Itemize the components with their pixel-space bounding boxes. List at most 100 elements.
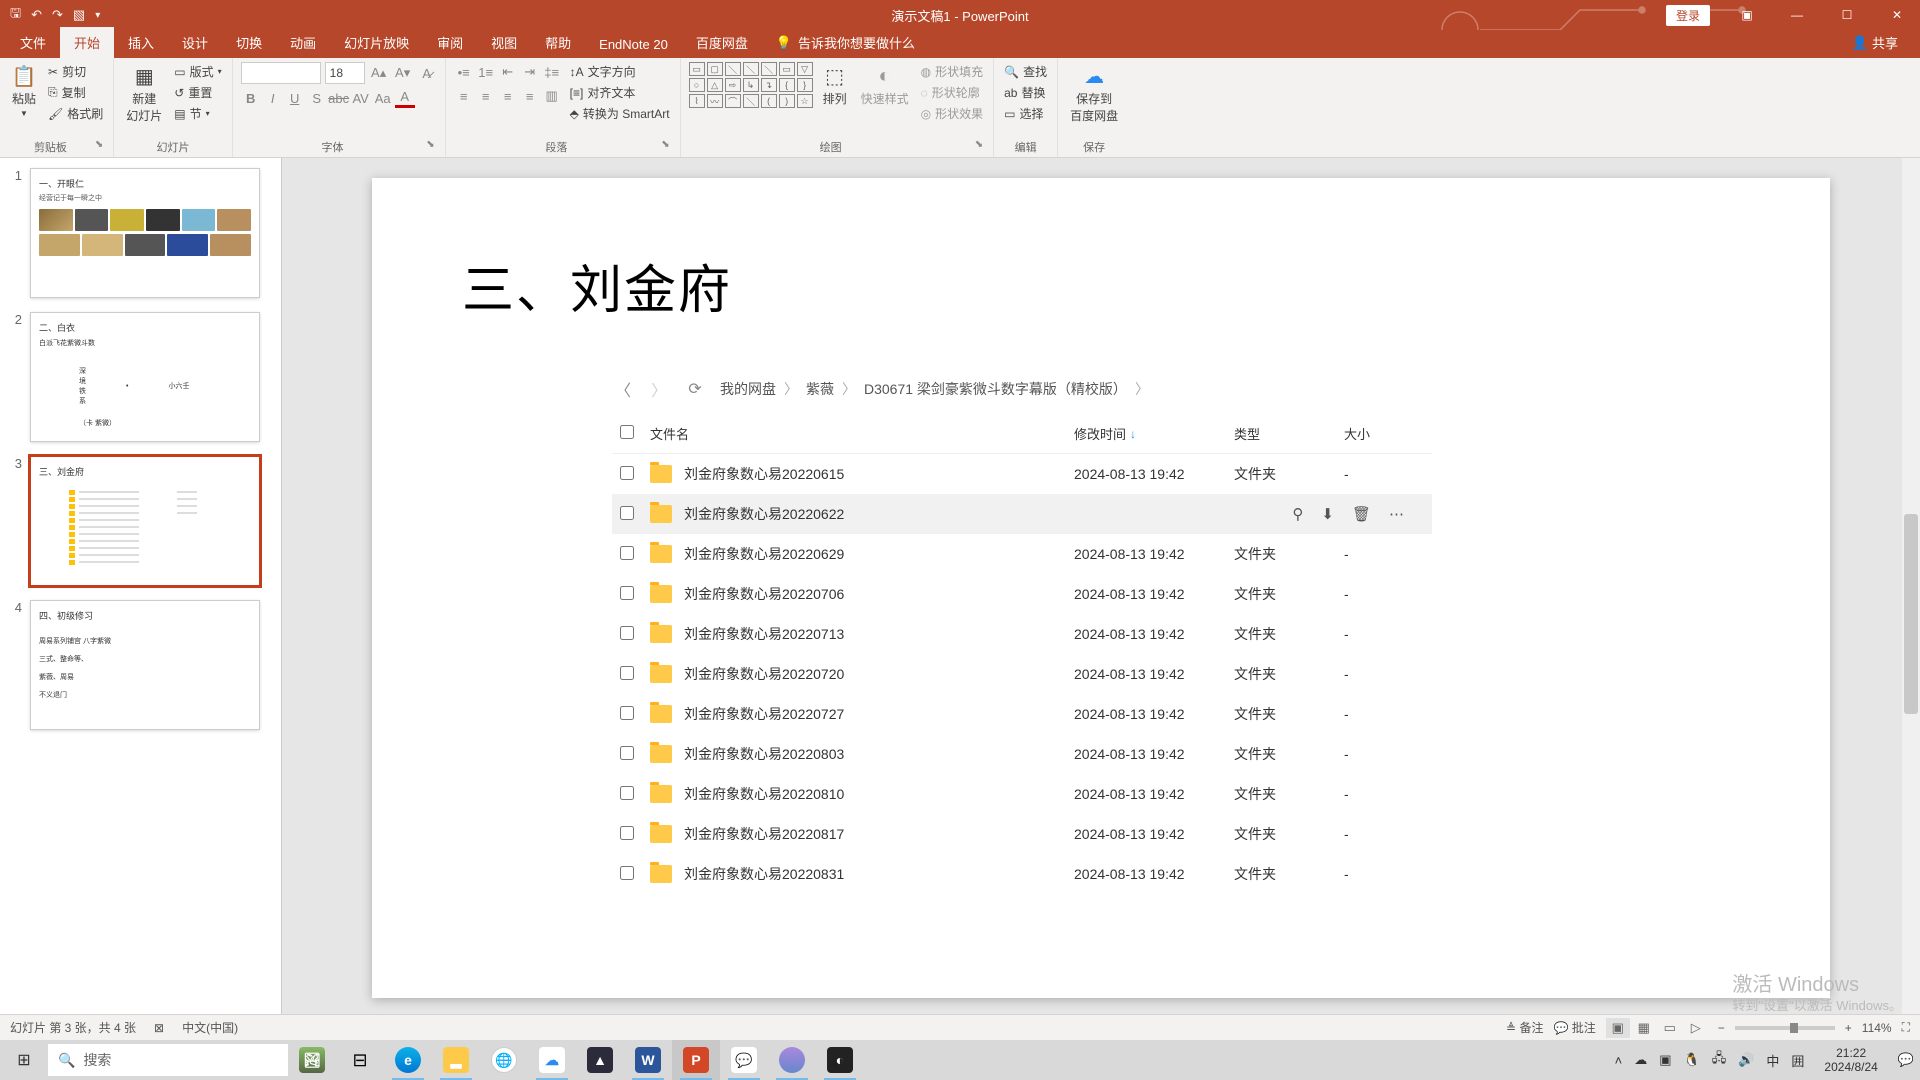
slides-panel[interactable]: 1 一、开眼仁 经营记于每一瞬之中 2 二、白衣 白派飞花紫微斗数 深境铁系 •…	[0, 158, 282, 1047]
tab-help[interactable]: 帮助	[531, 27, 585, 58]
copy-button[interactable]: ⎘复制	[46, 83, 105, 102]
font-size-combo[interactable]: 18	[325, 62, 365, 84]
italic-button[interactable]: I	[263, 88, 283, 108]
save-to-baidu-button[interactable]: ☁ 保存到 百度网盘	[1066, 62, 1122, 126]
tray-volume-icon[interactable]: 🔊	[1738, 1052, 1754, 1068]
select-all-checkbox[interactable]	[620, 425, 634, 439]
shape-effects-button[interactable]: ◎形状效果	[919, 104, 986, 123]
slide-title-text[interactable]: 三、刘金府	[462, 248, 732, 323]
bullets-button[interactable]: •≡	[454, 62, 474, 82]
tell-me-search[interactable]: 💡 告诉我你想要做什么	[762, 27, 929, 58]
zoom-level[interactable]: 114%	[1862, 1021, 1892, 1035]
save-icon[interactable]: 🖫	[10, 4, 21, 26]
columns-button[interactable]: ▥	[542, 86, 562, 106]
vertical-scrollbar[interactable]	[1902, 158, 1920, 1047]
text-direction-button[interactable]: ↕A文字方向	[568, 62, 672, 81]
tray-onedrive-icon[interactable]: ☁	[1634, 1052, 1647, 1068]
bold-button[interactable]: B	[241, 88, 261, 108]
redo-icon[interactable]: ↷	[52, 7, 63, 23]
tab-slideshow[interactable]: 幻灯片放映	[330, 27, 423, 58]
row-checkbox[interactable]	[620, 586, 634, 600]
tray-app-icon[interactable]: ▣	[1659, 1052, 1671, 1068]
ribbon-display-options-icon[interactable]: ▣	[1724, 0, 1770, 30]
clear-formatting-icon[interactable]: A̷	[417, 63, 437, 83]
tray-notifications-icon[interactable]: 💬	[1898, 1052, 1914, 1068]
nav-refresh-icon[interactable]: ⟳	[684, 378, 706, 400]
tab-endnote[interactable]: EndNote 20	[585, 31, 682, 58]
col-size[interactable]: 大小	[1344, 424, 1424, 443]
crumb-folder[interactable]: D30671 梁剑豪紫微斗数字幕版（精校版）	[864, 379, 1127, 399]
tab-transitions[interactable]: 切换	[222, 27, 276, 58]
shapes-gallery[interactable]: ▭▢＼＼＼▭▽ ○△⇨↳↴{} ⌇〰⌒＼()☆	[689, 62, 813, 108]
task-edge[interactable]: e	[384, 1040, 432, 1080]
tab-animations[interactable]: 动画	[276, 27, 330, 58]
task-baidu-netdisk[interactable]: ☁	[528, 1040, 576, 1080]
increase-font-icon[interactable]: A▴	[369, 63, 389, 83]
clipboard-launcher-icon[interactable]: ⬊	[93, 139, 105, 150]
tray-network-icon[interactable]: 🖧	[1712, 1049, 1727, 1071]
align-center-button[interactable]: ≡	[476, 86, 496, 106]
paragraph-launcher-icon[interactable]: ⬊	[659, 139, 671, 150]
share-icon[interactable]: ⚲	[1292, 505, 1303, 523]
font-color-button[interactable]: A	[395, 88, 415, 108]
share-button[interactable]: 👤 共享	[1842, 27, 1908, 58]
numbering-button[interactable]: 1≡	[476, 62, 496, 82]
find-button[interactable]: 🔍查找	[1002, 62, 1049, 81]
slide-thumb-4[interactable]: 四、初级修习 周易系列铺宫 八字紫微 三式、整命等、 紫薇、周易 不义退门	[30, 600, 260, 730]
row-checkbox[interactable]	[620, 746, 634, 760]
minimize-icon[interactable]: —	[1774, 0, 1820, 30]
col-name[interactable]: 文件名	[650, 424, 1074, 443]
delete-icon[interactable]: 🗑	[1352, 505, 1371, 523]
file-row[interactable]: 刘金府象数心易202206292024-08-13 19:42文件夹-	[612, 534, 1432, 574]
task-app-circle[interactable]	[768, 1040, 816, 1080]
start-from-beginning-icon[interactable]: ▧	[73, 7, 85, 23]
task-wechat[interactable]: 💬	[720, 1040, 768, 1080]
slideshow-view-button[interactable]: ▷	[1684, 1018, 1708, 1038]
increase-indent-button[interactable]: ⇥	[520, 62, 540, 82]
slide-thumb-2[interactable]: 二、白衣 白派飞花紫微斗数 深境铁系 • 小六壬 （卡 紫微）	[30, 312, 260, 442]
qat-more-icon[interactable]: ▾	[95, 10, 100, 21]
tab-design[interactable]: 设计	[168, 27, 222, 58]
download-icon[interactable]: ⬇	[1321, 505, 1334, 523]
layout-button[interactable]: ▭版式▾	[172, 62, 223, 81]
justify-button[interactable]: ≡	[520, 86, 540, 106]
slide-thumb-3[interactable]: 三、刘金府	[30, 456, 260, 586]
align-right-button[interactable]: ≡	[498, 86, 518, 106]
comments-button[interactable]: 💬 批注	[1553, 1019, 1595, 1036]
row-checkbox[interactable]	[620, 506, 634, 520]
file-browser-image[interactable]: 〈 〉 ⟳ 我的网盘 〉 紫薇 〉 D30671 梁剑豪紫微斗数字幕版（精校版）…	[612, 378, 1432, 894]
row-checkbox[interactable]	[620, 546, 634, 560]
slide-sorter-button[interactable]: ▦	[1632, 1018, 1656, 1038]
underline-button[interactable]: U	[285, 88, 305, 108]
taskbar-search[interactable]: 🔍 搜索	[48, 1044, 288, 1076]
char-spacing-button[interactable]: AV	[351, 88, 371, 108]
reset-button[interactable]: ↺重置	[172, 83, 223, 102]
row-checkbox[interactable]	[620, 866, 634, 880]
arrange-button[interactable]: ⬚排列	[819, 62, 851, 109]
section-button[interactable]: ▤节▾	[172, 104, 223, 123]
spellcheck-icon[interactable]: ⊠	[154, 1021, 164, 1035]
format-painter-button[interactable]: 🖌格式刷	[46, 104, 105, 123]
zoom-in-button[interactable]: +	[1845, 1021, 1852, 1035]
task-app-dark[interactable]: ▲	[576, 1040, 624, 1080]
task-word[interactable]: W	[624, 1040, 672, 1080]
crumb-ziwei[interactable]: 紫薇	[806, 379, 834, 399]
tab-review[interactable]: 审阅	[423, 27, 477, 58]
shape-fill-button[interactable]: ◍形状填充	[919, 62, 986, 81]
nav-forward-icon[interactable]: 〉	[648, 378, 670, 400]
tab-baidu[interactable]: 百度网盘	[682, 27, 762, 58]
file-row[interactable]: 刘金府象数心易202207132024-08-13 19:42文件夹-	[612, 614, 1432, 654]
file-row[interactable]: 刘金府象数心易202207272024-08-13 19:42文件夹-	[612, 694, 1432, 734]
file-row[interactable]: 刘金府象数心易202208102024-08-13 19:42文件夹-	[612, 774, 1432, 814]
start-button[interactable]: ⊞	[0, 1040, 48, 1080]
convert-smartart-button[interactable]: ⬘转换为 SmartArt	[568, 104, 672, 123]
zoom-slider[interactable]	[1735, 1026, 1835, 1030]
maximize-icon[interactable]: ☐	[1824, 0, 1870, 30]
task-landscape[interactable]: 🏞	[288, 1040, 336, 1080]
new-slide-button[interactable]: ▦ 新建 幻灯片	[122, 62, 166, 126]
file-row[interactable]: 刘金府象数心易202208312024-08-13 19:42文件夹-	[612, 854, 1432, 894]
paste-button[interactable]: 📋 粘贴 ▼	[8, 62, 40, 120]
reading-view-button[interactable]: ▭	[1658, 1018, 1682, 1038]
tab-file[interactable]: 文件	[6, 27, 60, 58]
zoom-out-button[interactable]: −	[1718, 1021, 1725, 1035]
